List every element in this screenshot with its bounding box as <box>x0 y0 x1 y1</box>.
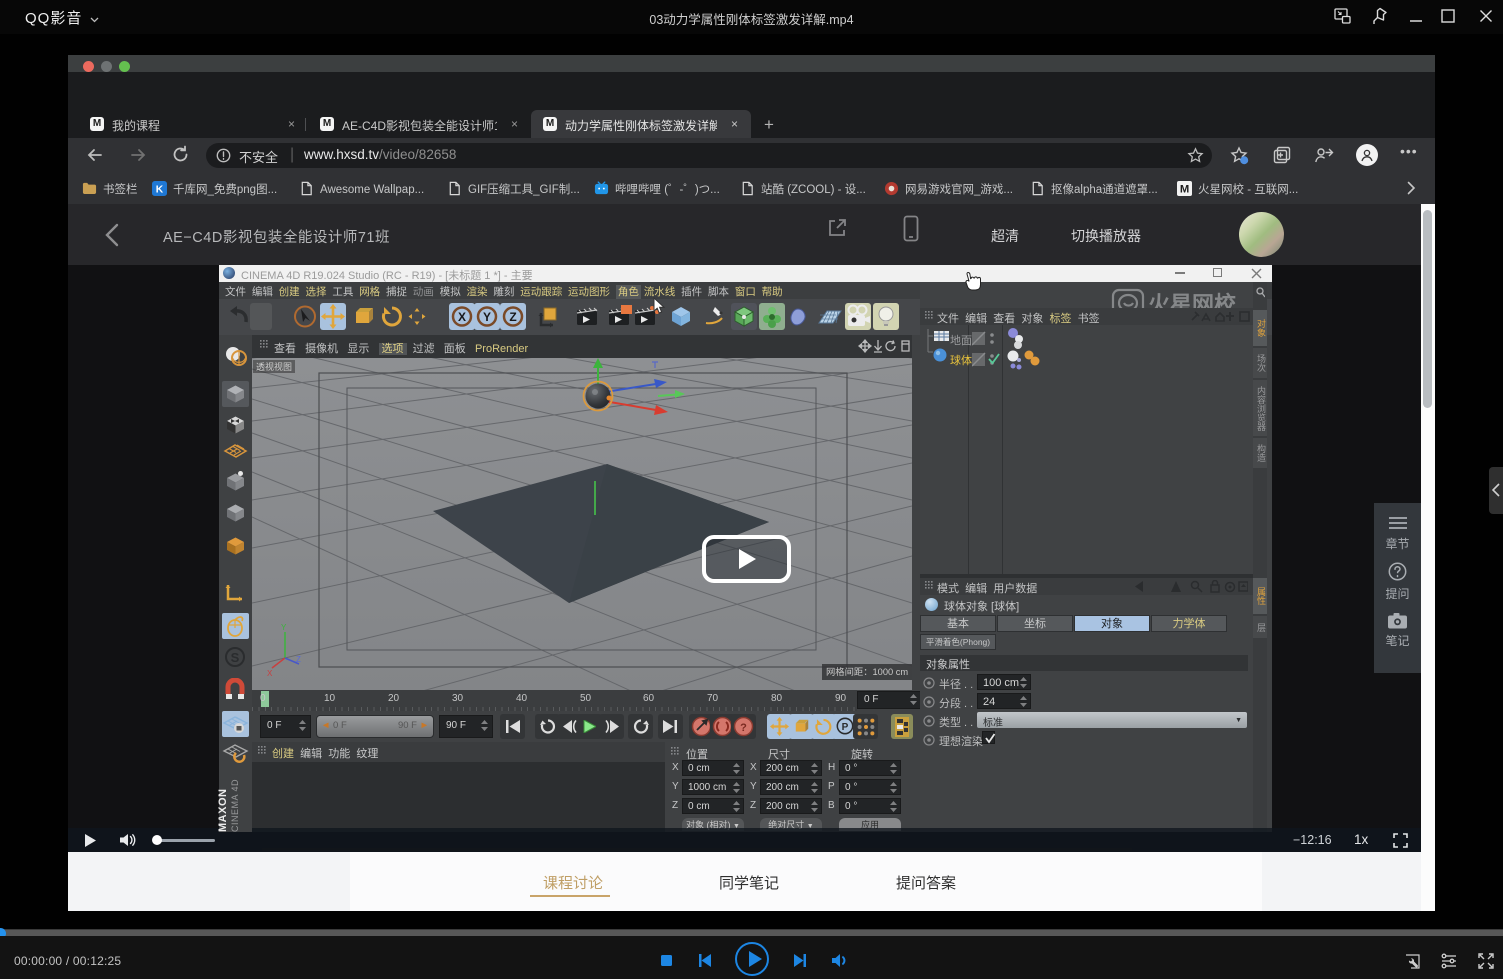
svg-text:透视视图: 透视视图 <box>256 361 292 372</box>
svg-text:Z: Z <box>509 310 516 324</box>
svg-text:X: X <box>267 669 273 678</box>
svg-text:网格间距：1000 cm: 网格间距：1000 cm <box>826 666 908 677</box>
svg-text:?: ? <box>740 722 747 734</box>
svg-text:S: S <box>231 650 240 665</box>
svg-text:P: P <box>841 722 848 733</box>
svg-text:M: M <box>1180 184 1189 196</box>
svg-text:Y: Y <box>281 623 287 632</box>
svg-text:X: X <box>458 310 466 324</box>
svg-text:K: K <box>156 184 164 195</box>
svg-text:Y: Y <box>483 310 491 324</box>
svg-text:Z: Z <box>296 655 301 664</box>
